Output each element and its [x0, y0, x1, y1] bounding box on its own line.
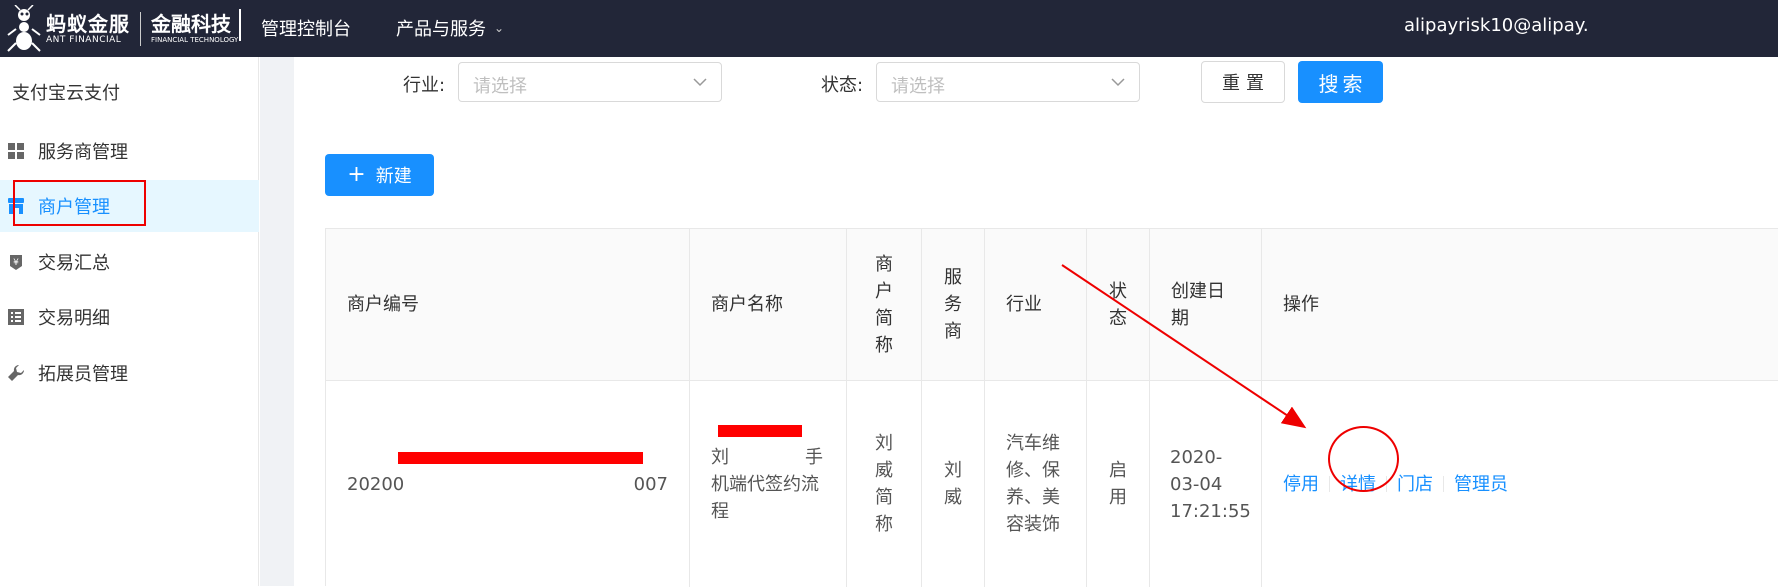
cell-status: 启用: [1087, 381, 1150, 587]
merchant-table: 商户编号 商户名称 商户简称 服务商 行业 状态 创建日期 操作 20200 00…: [325, 228, 1778, 587]
col-merchant-name: 商户名称: [690, 229, 847, 380]
merchant-no-suffix: 007: [633, 473, 668, 495]
status-label: 状态:: [821, 75, 864, 96]
cell-industry: 汽车维修、保养、美容装饰: [985, 381, 1087, 587]
brand-name-en: ANT FINANCIAL: [46, 34, 122, 45]
top-bar: 蚂蚁金服 ANT FINANCIAL 金融科技 FINANCIAL TECHNO…: [0, 0, 1778, 57]
merchant-name-mid: 手: [805, 446, 823, 468]
search-button[interactable]: 搜索: [1298, 61, 1383, 103]
sidebar-item-promoter-management[interactable]: 拓展员管理: [0, 347, 259, 399]
divider: [1443, 476, 1444, 492]
disable-link[interactable]: 停用: [1283, 471, 1319, 498]
cell-provider: 刘威: [922, 381, 985, 587]
brand-name: 蚂蚁金服: [46, 11, 130, 36]
cell-created: 2020-03-04 17:21:55: [1150, 381, 1262, 587]
nav-console[interactable]: 管理控制台: [261, 15, 351, 41]
sidebar: 支付宝云支付 服务商管理 商户管理 ¥ 交易汇总 交易明细 拓展员管理: [0, 57, 259, 586]
annotation-circle: [1328, 426, 1399, 492]
user-account[interactable]: alipayrisk10@alipay.: [1404, 15, 1589, 36]
grid-icon: [8, 143, 24, 159]
industry-select[interactable]: 请选择: [458, 62, 722, 102]
table-row: 20200 007 刘 手 机端代签约流程 刘威简称 刘威 汽车维修、保养、美容装饰…: [326, 381, 1778, 587]
col-created: 创建日期: [1150, 229, 1262, 380]
col-short-name: 商户简称: [847, 229, 922, 380]
wrench-icon: [8, 365, 24, 381]
content-gutter: [260, 57, 294, 586]
sidebar-item-transaction-detail[interactable]: 交易明细: [0, 291, 259, 343]
reset-button[interactable]: 重置: [1201, 61, 1285, 103]
chevron-down-icon: [693, 78, 707, 87]
list-icon: [8, 309, 24, 325]
new-button-label: 新建: [375, 166, 412, 187]
new-merchant-button[interactable]: + 新建: [325, 154, 434, 196]
industry-label: 行业:: [403, 75, 446, 96]
status-select[interactable]: 请选择: [876, 62, 1140, 102]
sidebar-item-provider-management[interactable]: 服务商管理: [0, 125, 259, 177]
sidebar-item-label: 拓展员管理: [38, 364, 128, 385]
sidebar-item-transaction-summary[interactable]: ¥ 交易汇总: [0, 236, 259, 288]
chevron-down-icon: ⌄: [494, 21, 505, 35]
ant-logo-icon: [7, 5, 41, 52]
col-status: 状态: [1087, 229, 1150, 380]
col-actions: 操作: [1283, 294, 1319, 315]
admin-link[interactable]: 管理员: [1454, 471, 1508, 498]
merchant-name-prefix: 刘: [711, 446, 729, 468]
logo[interactable]: 蚂蚁金服 ANT FINANCIAL 金融科技 FINANCIAL TECHNO…: [6, 4, 238, 54]
sidebar-item-label: 交易汇总: [38, 253, 110, 274]
col-industry: 行业: [985, 229, 1087, 380]
logo-divider: [140, 12, 141, 46]
sidebar-item-label: 服务商管理: [38, 142, 128, 163]
nav-products[interactable]: 产品与服务 ⌄: [396, 15, 504, 41]
nav-products-label: 产品与服务: [396, 19, 486, 40]
stores-link[interactable]: 门店: [1397, 471, 1433, 498]
col-provider: 服务商: [922, 229, 985, 380]
yen-icon: ¥: [10, 255, 22, 270]
svg-text:¥: ¥: [13, 258, 19, 268]
sidebar-item-label: 交易明细: [38, 308, 110, 329]
annotation-highlight-box: [13, 180, 146, 226]
brand-subtitle: 金融科技: [151, 12, 231, 36]
merchant-name-rest: 机端代签约流程: [711, 473, 819, 522]
redaction-mark: [398, 452, 643, 464]
header-divider: [239, 9, 241, 41]
cell-short-name: 刘威简称: [847, 381, 922, 587]
redaction-mark: [718, 425, 802, 437]
col-merchant-no: 商户编号: [326, 229, 690, 380]
status-placeholder: 请选择: [891, 76, 945, 97]
table-header: 商户编号 商户名称 商户简称 服务商 行业 状态 创建日期 操作: [326, 229, 1778, 381]
industry-placeholder: 请选择: [473, 76, 527, 97]
sidebar-title: 支付宝云支付: [12, 83, 120, 104]
divider: [1329, 476, 1330, 492]
chevron-down-icon: [1111, 78, 1125, 87]
merchant-no-prefix: 20200: [347, 473, 405, 495]
plus-icon: +: [347, 162, 366, 187]
cell-merchant-name: 刘 手 机端代签约流程: [690, 381, 847, 587]
cell-merchant-no: 20200 007: [326, 381, 690, 587]
brand-subtitle-en: FINANCIAL TECHNOLOGY: [151, 36, 239, 44]
